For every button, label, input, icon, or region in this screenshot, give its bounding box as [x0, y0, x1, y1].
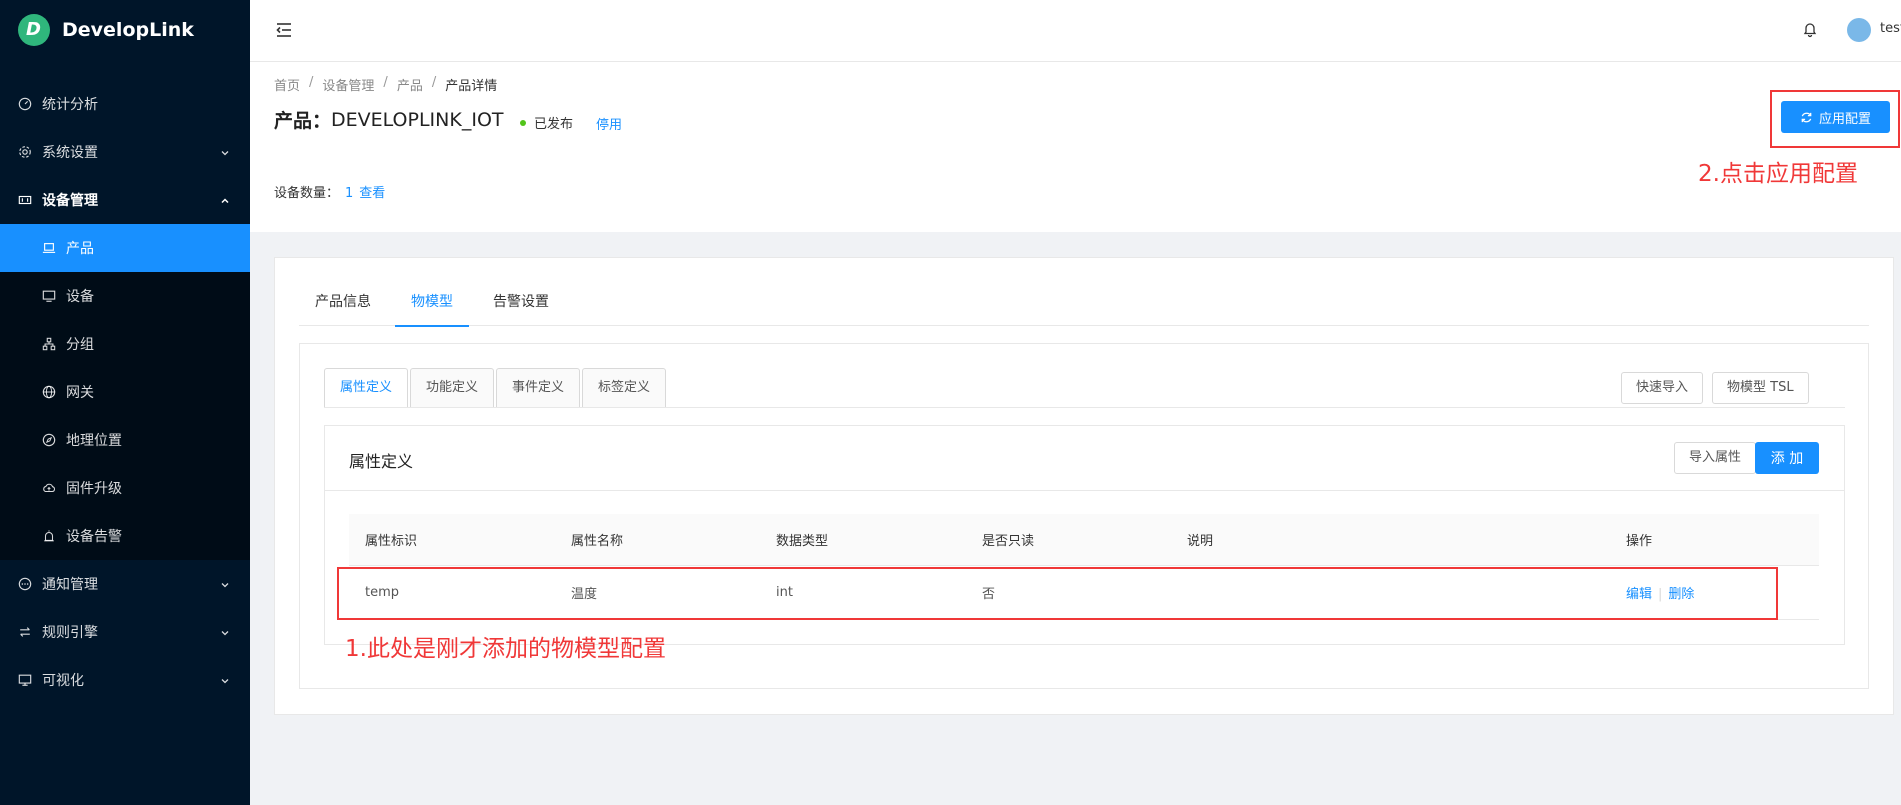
view-devices-link[interactable]: 查看	[359, 186, 385, 201]
status-badge: 已发布	[520, 113, 573, 132]
tsl-button[interactable]: 物模型 TSL	[1712, 372, 1809, 404]
column-header: 操作	[1626, 534, 1653, 549]
sidebar-item-device-manage[interactable]: 设备管理	[0, 176, 250, 224]
sidebar-item-rules[interactable]: 规则引擎	[0, 608, 250, 656]
avatar[interactable]	[1847, 18, 1871, 42]
breadcrumb-separator: /	[309, 75, 314, 90]
subtab-events[interactable]: 事件定义	[496, 368, 581, 408]
main-tabs: 产品信息 物模型 告警设置	[299, 286, 1869, 327]
sidebar-item-alarm[interactable]: 设备告警	[0, 512, 250, 560]
chevron-down-icon	[220, 146, 230, 156]
sync-icon	[1801, 112, 1812, 122]
column-header: 属性标识	[365, 534, 418, 549]
globe-icon	[42, 385, 56, 399]
bell-icon[interactable]	[1801, 20, 1819, 38]
title-prefix: 产品：	[274, 110, 332, 132]
status-dot	[520, 119, 526, 126]
breadcrumb-separator: /	[431, 75, 437, 90]
breadcrumb-home[interactable]: 首页	[274, 75, 300, 94]
annotation-box-step1	[337, 567, 1778, 620]
cluster-icon	[42, 337, 56, 351]
status-text: 已发布	[534, 117, 574, 132]
sidebar-nav: 统计分析 系统设置 设备管理 产品 设备 分组 网关 地理位置 固件升级 设备告…	[0, 80, 250, 704]
stop-link[interactable]: 停用	[596, 114, 622, 133]
device-manage-icon	[18, 193, 32, 207]
compass-icon	[42, 433, 56, 447]
app-name: DevelopLink	[62, 19, 194, 41]
breadcrumb-current: 产品详情	[445, 79, 498, 94]
menu-fold-icon[interactable]	[274, 20, 294, 40]
breadcrumb-product[interactable]: 产品	[397, 75, 423, 94]
username[interactable]: test	[1880, 21, 1901, 36]
chevron-down-icon	[220, 674, 230, 684]
sidebar-item-location[interactable]: 地理位置	[0, 416, 250, 464]
sidebar-item-stats[interactable]: 统计分析	[0, 80, 250, 128]
device-count: 设备数量： 1 查看	[274, 182, 385, 201]
logo[interactable]: D DevelopLink	[0, 0, 250, 60]
quick-import-button[interactable]: 快速导入	[1621, 372, 1704, 404]
device-count-value: 1	[345, 186, 354, 201]
chevron-up-icon	[220, 194, 230, 204]
panel-title: 属性定义	[349, 452, 414, 471]
sidebar-item-settings[interactable]: 系统设置	[0, 128, 250, 176]
sidebar-item-product[interactable]: 产品	[0, 224, 250, 272]
subtab-functions[interactable]: 功能定义	[410, 368, 495, 408]
subtab-properties[interactable]: 属性定义	[324, 368, 409, 408]
cloud-upload-icon	[42, 481, 56, 495]
chevron-down-icon	[220, 578, 230, 588]
product-name: DEVELOPLINK_IOT	[331, 108, 504, 131]
dashboard-icon	[18, 97, 32, 111]
breadcrumb-device-manage[interactable]: 设备管理	[322, 75, 374, 94]
sidebar: D DevelopLink 统计分析 系统设置 设备管理 产品 设备 分组 网关…	[0, 0, 250, 805]
column-header: 是否只读	[982, 534, 1035, 549]
column-header: 说明	[1187, 534, 1214, 549]
breadcrumb: 首页 / 设备管理 / 产品 / 产品详情	[274, 75, 497, 94]
sub-tabs: 属性定义 功能定义 事件定义 标签定义	[324, 368, 668, 408]
tab-alarm-settings[interactable]: 告警设置	[477, 286, 565, 326]
sidebar-item-gateway[interactable]: 网关	[0, 368, 250, 416]
sidebar-item-group[interactable]: 分组	[0, 320, 250, 368]
sidebar-item-visual[interactable]: 可视化	[0, 656, 250, 704]
table-header: 属性标识 属性名称 数据类型 是否只读 说明 操作	[349, 514, 1819, 566]
subtab-tags[interactable]: 标签定义	[582, 368, 667, 408]
gear-icon	[18, 145, 32, 159]
main-area: test 首页 / 设备管理 / 产品 / 产品详情 产品： DEVELOPLI…	[250, 0, 1901, 805]
annotation-step2: 2.点击应用配置	[1698, 161, 1858, 187]
divider	[325, 490, 1844, 491]
page-header: 首页 / 设备管理 / 产品 / 产品详情 产品： DEVELOPLINK_IO…	[250, 62, 1901, 232]
laptop-icon	[42, 241, 56, 255]
import-property-button[interactable]: 导入属性	[1674, 442, 1757, 474]
monitor-icon	[42, 289, 56, 303]
page-title: 产品： DEVELOPLINK_IOT	[274, 106, 504, 133]
logo-icon: D	[18, 14, 50, 46]
swap-icon	[18, 625, 32, 639]
sidebar-item-device[interactable]: 设备	[0, 272, 250, 320]
sidebar-item-notify[interactable]: 通知管理	[0, 560, 250, 608]
device-count-label: 设备数量：	[274, 186, 340, 201]
apply-config-button[interactable]: 应用配置	[1781, 101, 1890, 133]
tab-thing-model[interactable]: 物模型	[395, 286, 469, 327]
tab-product-info[interactable]: 产品信息	[299, 286, 387, 326]
desktop-icon	[18, 673, 32, 687]
alarm-icon	[42, 529, 56, 543]
add-property-button[interactable]: 添 加	[1755, 442, 1819, 474]
annotation-step1: 1.此处是刚才添加的物模型配置	[345, 636, 666, 662]
breadcrumb-separator: /	[383, 75, 388, 90]
sidebar-item-firmware[interactable]: 固件升级	[0, 464, 250, 512]
divider	[324, 407, 1845, 408]
column-header: 属性名称	[571, 534, 624, 549]
topbar: test	[250, 0, 1901, 62]
message-icon	[18, 577, 32, 591]
column-header: 数据类型	[776, 534, 829, 549]
chevron-down-icon	[220, 626, 230, 636]
